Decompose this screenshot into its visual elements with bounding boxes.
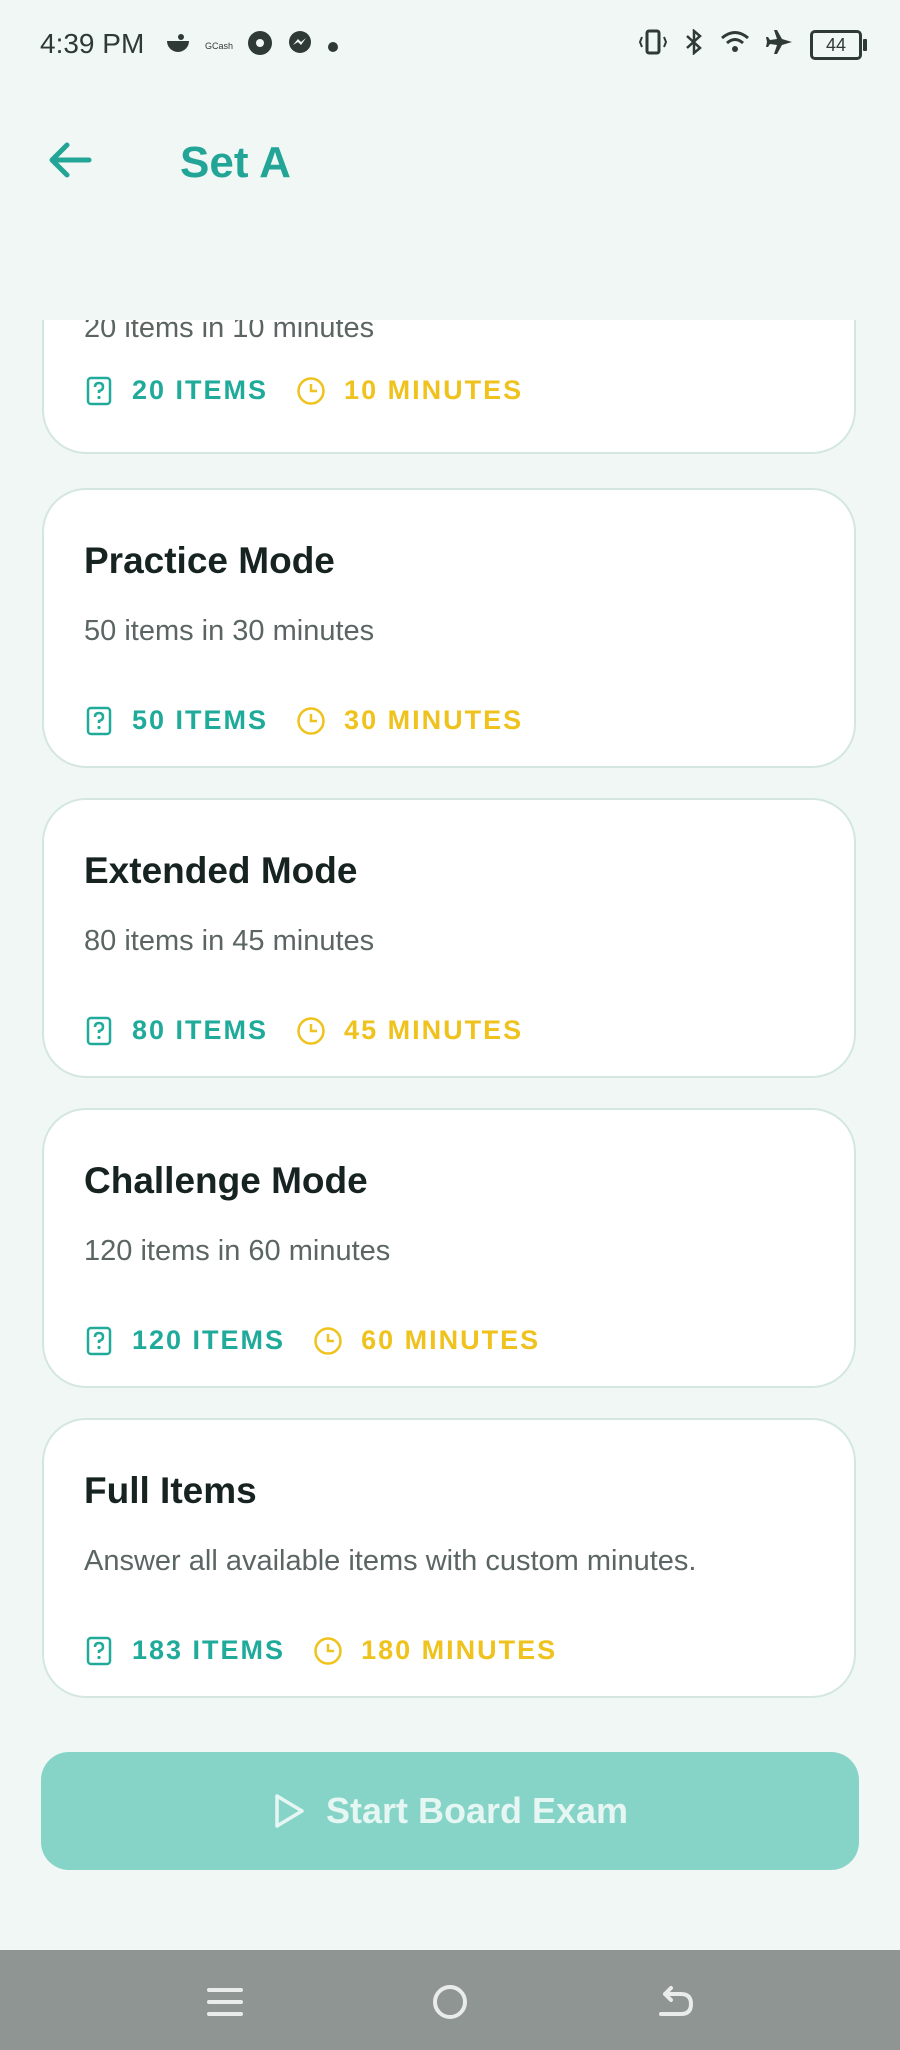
status-left-icons: GCash [165, 30, 339, 61]
back-icon [659, 1986, 693, 2016]
question-doc-icon [86, 1016, 112, 1045]
menu-button[interactable] [203, 1980, 247, 2024]
question-doc-icon [86, 1326, 112, 1355]
items-count: 120 ITEMS [84, 1325, 285, 1356]
question-doc-icon [86, 706, 112, 735]
start-button-label: Start Board Exam [325, 1790, 629, 1831]
mode-meta: 50 ITEMS 30 MINUTES [84, 705, 551, 736]
wifi-icon [720, 29, 750, 60]
mode-card-extended[interactable]: Extended Mode 80 items in 45 minutes 80 … [42, 798, 856, 1078]
mode-title: Full Items [84, 1470, 257, 1511]
clock-icon [314, 1636, 342, 1665]
mode-card-full[interactable]: Full Items Answer all available items wi… [42, 1418, 856, 1698]
dot-icon [327, 34, 339, 58]
items-label: 80 ITEMS [132, 1015, 269, 1045]
status-right-icons: 44 [638, 28, 867, 61]
battery-indicator: 44 [810, 29, 867, 60]
question-doc-icon [86, 376, 112, 405]
mode-card-quick[interactable]: 20 items in 10 minutes 20 ITEMS 10 MINUT… [42, 320, 856, 454]
messenger-icon [287, 30, 313, 61]
vibrate-icon [638, 29, 668, 60]
items-count: 50 ITEMS [84, 705, 268, 736]
clock-icon [297, 376, 325, 405]
back-button[interactable] [45, 135, 95, 185]
minutes-label: 180 MINUTES [361, 1635, 558, 1665]
bowl-icon [165, 32, 191, 59]
items-label: 183 ITEMS [132, 1635, 286, 1665]
clock-icon [314, 1326, 342, 1355]
minutes-count: 180 MINUTES [313, 1635, 557, 1666]
home-icon [433, 1985, 467, 2019]
items-label: 50 ITEMS [132, 705, 269, 735]
question-doc-icon [86, 1636, 112, 1665]
start-board-exam-button[interactable]: Start Board Exam [41, 1752, 859, 1870]
items-count: 80 ITEMS [84, 1015, 268, 1046]
mode-meta: 20 ITEMS 10 MINUTES [84, 375, 551, 406]
system-nav-bar [0, 1950, 900, 2050]
bluetooth-icon [684, 28, 704, 60]
minutes-count: 30 MINUTES [296, 705, 523, 736]
settings-badge-icon [247, 30, 273, 61]
app-bar: Set A [0, 110, 900, 220]
items-count: 183 ITEMS [84, 1635, 285, 1666]
minutes-count: 45 MINUTES [296, 1015, 523, 1046]
mode-title: Practice Mode [84, 540, 335, 581]
mode-description: 20 items in 10 minutes [84, 320, 375, 344]
mode-description: Answer all available items with custom m… [84, 1545, 697, 1577]
minutes-label: 45 MINUTES [344, 1015, 524, 1045]
clock-icon [297, 706, 325, 735]
menu-icon [207, 1988, 243, 2016]
mode-card-practice[interactable]: Practice Mode 50 items in 30 minutes 50 … [42, 488, 856, 768]
gcash-icon: GCash [205, 40, 234, 51]
play-icon [275, 1794, 304, 1828]
items-label: 120 ITEMS [132, 1325, 286, 1355]
clock-icon [297, 1016, 325, 1045]
page-title: Set A [180, 138, 291, 187]
mode-description: 50 items in 30 minutes [84, 615, 375, 647]
mode-title: Extended Mode [84, 850, 358, 891]
minutes-count: 10 MINUTES [296, 375, 523, 406]
minutes-label: 30 MINUTES [344, 705, 524, 735]
status-time: 4:39 PM [40, 28, 145, 59]
home-button[interactable] [428, 1980, 472, 2024]
mode-list[interactable]: 20 items in 10 minutes 20 ITEMS 10 MINUT… [0, 320, 900, 1720]
items-count: 20 ITEMS [84, 375, 268, 406]
minutes-label: 60 MINUTES [361, 1325, 541, 1355]
mode-meta: 80 ITEMS 45 MINUTES [84, 1015, 551, 1046]
system-back-button[interactable] [653, 1980, 697, 2024]
items-label: 20 ITEMS [132, 375, 269, 405]
mode-meta: 120 ITEMS 60 MINUTES [84, 1325, 568, 1356]
mode-title: Challenge Mode [84, 1160, 368, 1201]
mode-description: 80 items in 45 minutes [84, 925, 375, 957]
airplane-icon [766, 28, 794, 61]
status-bar: 4:39 PM GCash 44 [0, 0, 900, 90]
minutes-count: 60 MINUTES [313, 1325, 540, 1356]
mode-card-challenge[interactable]: Challenge Mode 120 items in 60 minutes 1… [42, 1108, 856, 1388]
minutes-label: 10 MINUTES [344, 375, 524, 405]
mode-meta: 183 ITEMS 180 MINUTES [84, 1635, 585, 1666]
mode-description: 120 items in 60 minutes [84, 1235, 391, 1267]
arrow-left-icon [49, 142, 92, 178]
